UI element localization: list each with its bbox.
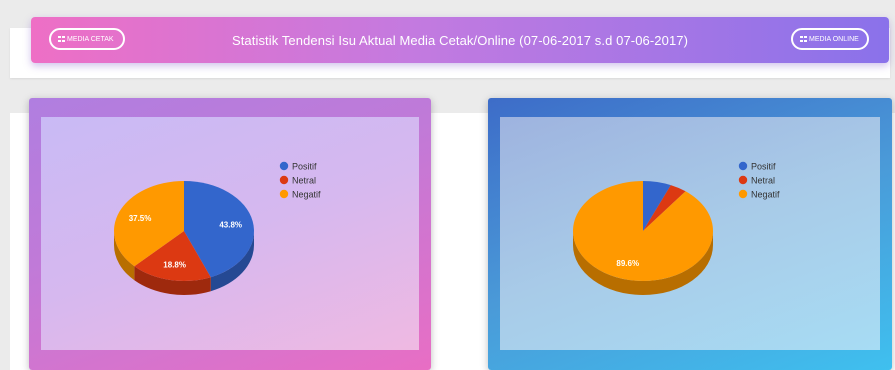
legend-marker-negatif — [738, 189, 748, 199]
legend-marker-negatif — [279, 189, 289, 199]
chart-panel-media-cetak: 43.8% 18.8% 37.5% Positif Netral Negatif — [29, 98, 431, 370]
legend-label-positif: Positif — [751, 162, 776, 172]
legend-marker-netral — [738, 175, 748, 185]
pie-slice-negatif[interactable] — [573, 181, 713, 281]
slice-label: 18.8% — [163, 260, 186, 269]
media-cetak-label: MEDIA CETAK — [67, 35, 114, 43]
legend-label-netral: Netral — [751, 176, 775, 186]
media-online-label: MEDIA ONLINE — [809, 35, 859, 43]
legend-label-negatif: Negatif — [751, 190, 780, 200]
legend-label-negatif: Negatif — [292, 190, 321, 200]
header-bar: MEDIA CETAK Statistik Tendensi Isu Aktua… — [31, 17, 889, 63]
media-online-button[interactable]: MEDIA ONLINE — [791, 28, 869, 50]
chart-area: 43.8% 18.8% 37.5% Positif Netral Negatif — [41, 117, 419, 350]
legend-marker-positif — [279, 161, 289, 171]
slice-label: 89.6% — [616, 259, 639, 268]
media-cetak-button[interactable]: MEDIA CETAK — [49, 28, 125, 50]
legend-marker-positif — [738, 161, 748, 171]
grid-icon — [58, 36, 65, 42]
slice-label: 37.5% — [129, 214, 152, 223]
pie-chart-media-cetak: 43.8% 18.8% 37.5% Positif Netral Negatif — [113, 161, 321, 295]
grid-icon — [800, 36, 807, 42]
slice-label: 43.8% — [219, 220, 242, 229]
legend-marker-netral — [279, 175, 289, 185]
chart-panel-media-online: 89.6% Positif Netral Negatif — [488, 98, 892, 370]
legend-label-positif: Positif — [292, 162, 317, 172]
chart-area: 89.6% Positif Netral Negatif — [500, 117, 880, 350]
pie-chart-media-online: 89.6% Positif Netral Negatif — [573, 161, 780, 295]
legend-label-netral: Netral — [292, 176, 316, 186]
page-title: Statistik Tendensi Isu Aktual Media Ceta… — [231, 32, 689, 48]
